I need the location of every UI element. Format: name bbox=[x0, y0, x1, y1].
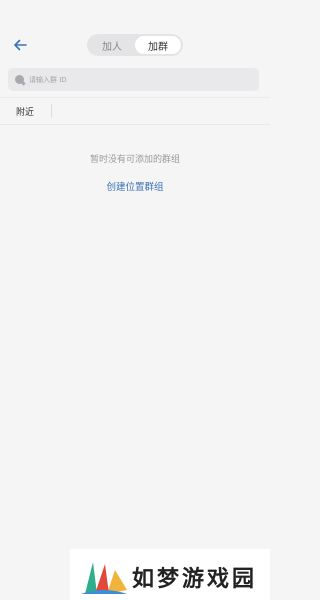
back-button[interactable] bbox=[9, 34, 31, 56]
arrow-left-icon bbox=[13, 36, 27, 55]
watermark: 如梦游戏园 bbox=[70, 549, 270, 600]
tab-add-group[interactable]: 加群 bbox=[135, 36, 181, 54]
watermark-logo bbox=[81, 562, 127, 594]
create-location-group-link[interactable]: 创建位置群组 bbox=[0, 179, 270, 193]
empty-state-message: 暂时没有可添加的群组 bbox=[89, 155, 180, 165]
filter-divider bbox=[51, 104, 52, 118]
filter-bar: 附近 bbox=[0, 97, 270, 125]
tab-add-person[interactable]: 加人 bbox=[89, 36, 135, 54]
search-input[interactable]: 请输入群 ID bbox=[8, 68, 259, 91]
filter-nearby[interactable]: 附近 bbox=[16, 98, 34, 124]
top-bar: 加人 加群 bbox=[0, 0, 270, 62]
watermark-text: 如梦游戏园 bbox=[132, 566, 258, 592]
add-group-screen: 加人 加群 请输入群 ID 附近 暂时没有可添加的群组 创建位置群组 如梦游戏园 bbox=[0, 0, 270, 600]
search-icon bbox=[15, 75, 24, 84]
search-placeholder: 请输入群 ID bbox=[29, 75, 67, 84]
segmented-control: 加人 加群 bbox=[87, 34, 183, 56]
